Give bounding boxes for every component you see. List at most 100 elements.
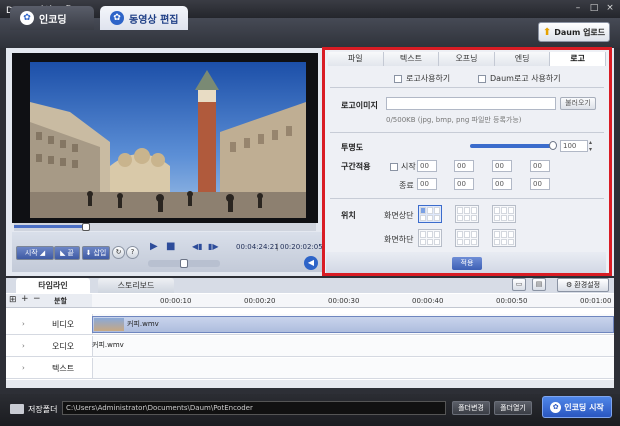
minimize-button[interactable]: – [572, 3, 584, 14]
flag-icon: ◢ [39, 249, 46, 257]
start-encoding-label: 인코딩 시작 [564, 402, 604, 412]
tab-timeline[interactable]: 타임라인 [16, 278, 90, 293]
use-logo-checkbox[interactable] [394, 74, 402, 83]
range-start-option[interactable]: 시작 [390, 161, 416, 172]
mark-end-button[interactable]: ◣ 끝 [54, 246, 80, 260]
upload-arrow-icon: ⬆ [542, 26, 552, 38]
end-frame[interactable]: 00 [530, 178, 550, 190]
position-label: 위치 [341, 211, 356, 220]
tab-text[interactable]: 텍스트 [383, 52, 440, 66]
clip-label: 커피.wmv [127, 320, 159, 328]
zoom-in-icon[interactable]: + [21, 294, 29, 304]
daum-upload-button[interactable]: ⬆ Daum 업로드 [538, 22, 610, 42]
save-icon[interactable]: ▤ [532, 278, 546, 291]
zoom-out-icon[interactable]: − [33, 294, 41, 304]
position-top-right[interactable] [492, 205, 516, 223]
tab-file[interactable]: 파일 [328, 52, 384, 66]
refresh-icon[interactable]: ↻ [112, 246, 125, 259]
gear-icon: ⚙ [565, 281, 573, 289]
range-start-checkbox[interactable] [390, 162, 398, 171]
film-reel-icon: ✿ [550, 401, 562, 413]
play-icon[interactable]: ▶ [150, 241, 158, 252]
tab-storyboard[interactable]: 스토리보드 [98, 278, 174, 293]
expand-arrow-icon[interactable]: › [22, 320, 25, 328]
clip-thumbnail [94, 318, 124, 331]
flag-icon: ◣ [60, 249, 66, 257]
position-top-left[interactable] [418, 205, 442, 223]
use-daum-logo-option[interactable]: Daum로고 사용하기 [478, 73, 561, 84]
ruler-tick: 00:00:20 [244, 297, 276, 305]
seek-handle[interactable] [82, 223, 91, 231]
video-clip[interactable]: 커피.wmv [92, 316, 614, 333]
end-hour[interactable]: 00 [417, 178, 437, 190]
save-folder-label: 저장폴더 [28, 405, 58, 414]
expand-arrow-icon[interactable]: › [22, 342, 25, 350]
folder-icon [10, 404, 24, 414]
tab-logo[interactable]: 로고 [550, 52, 606, 66]
settings-button[interactable]: ⚙ 환경설정 [557, 278, 609, 292]
position-bottom-center[interactable] [455, 229, 479, 247]
use-daum-logo-checkbox[interactable] [478, 74, 486, 83]
close-button[interactable]: × [604, 3, 616, 14]
file-hint: 0/500KB (jpg, bmp, png 파일만 등록가능) [386, 116, 522, 124]
opacity-slider-handle[interactable] [549, 141, 557, 150]
expand-arrow-icon[interactable]: › [22, 364, 25, 372]
use-logo-label: 로고사용하기 [406, 74, 451, 83]
speed-slider-handle[interactable] [180, 259, 188, 268]
insert-label: 삽입 [93, 249, 107, 257]
timeline-scrollbar[interactable] [6, 380, 614, 388]
seek-progress [14, 225, 87, 228]
tab-video-edit[interactable]: ✿ 동영상 편집 [100, 6, 188, 30]
position-bottom-label: 화면하단 [384, 235, 414, 244]
seek-bar[interactable] [14, 223, 316, 231]
start-minute[interactable]: 00 [454, 160, 474, 172]
opacity-value[interactable]: 100 [560, 140, 588, 152]
end-minute[interactable]: 00 [454, 178, 474, 190]
position-top-center[interactable] [455, 205, 479, 223]
apply-button[interactable]: 적용 [452, 257, 482, 270]
track-area[interactable] [92, 336, 614, 356]
tab-opening[interactable]: 오프닝 [439, 52, 495, 66]
position-bottom-right[interactable] [492, 229, 516, 247]
start-hour[interactable]: 00 [417, 160, 437, 172]
folder-icon[interactable]: ▭ [512, 278, 526, 291]
position-bottom-left[interactable] [418, 229, 442, 247]
position-top-label: 화면상단 [384, 211, 414, 220]
opacity-slider[interactable] [470, 144, 554, 148]
start-second[interactable]: 00 [492, 160, 512, 172]
help-button[interactable]: ? [126, 246, 139, 259]
next-frame-icon[interactable]: ▮▶ [208, 242, 219, 251]
track-name: 텍스트 [52, 364, 75, 373]
insert-button[interactable]: ⬇ 삽입 [82, 246, 110, 260]
logo-image-field[interactable] [386, 97, 556, 110]
current-time: 00:04:24:21 [236, 243, 279, 251]
ruler-tick: 00:00:50 [496, 297, 528, 305]
tab-encoding[interactable]: ✿ 인코딩 [10, 6, 94, 30]
open-folder-button[interactable]: 폴더열기 [494, 401, 532, 415]
browse-button[interactable]: 불러오기 [560, 97, 596, 110]
use-logo-option[interactable]: 로고사용하기 [394, 73, 450, 84]
mark-start-button[interactable]: 시작 ◢ [16, 246, 54, 260]
fit-icon[interactable]: ⊞ [9, 295, 17, 305]
divider [330, 132, 604, 133]
opacity-spinner-icon[interactable]: ▴ ▾ [589, 139, 592, 153]
start-frame[interactable]: 00 [530, 160, 550, 172]
audio-clip-label[interactable]: 커피.wmv [92, 340, 124, 350]
start-encoding-button[interactable]: ✿ 인코딩 시작 [542, 396, 612, 418]
mark-start-label: 시작 [24, 249, 38, 257]
timeline-ruler[interactable]: 00:00:10 00:00:20 00:00:30 00:00:40 00:0… [92, 294, 614, 308]
maximize-button[interactable]: □ [588, 3, 600, 14]
save-path-field[interactable]: C:\Users\Administrator\Documents\Daum\Po… [62, 401, 446, 415]
prev-frame-icon[interactable]: ◀▮ [192, 242, 203, 251]
change-folder-button[interactable]: 폴더변경 [452, 401, 490, 415]
track-area[interactable] [92, 358, 614, 378]
tab-ending[interactable]: 엔딩 [494, 52, 551, 66]
divider [330, 87, 604, 88]
settings-label: 환경설정 [574, 281, 601, 289]
split-button[interactable]: 분할 [54, 296, 67, 306]
video-preview [30, 62, 306, 218]
stop-icon[interactable]: ■ [166, 241, 175, 252]
end-second[interactable]: 00 [492, 178, 512, 190]
range-start-label: 시작 [401, 162, 416, 171]
volume-icon[interactable]: ◀ [304, 256, 318, 270]
